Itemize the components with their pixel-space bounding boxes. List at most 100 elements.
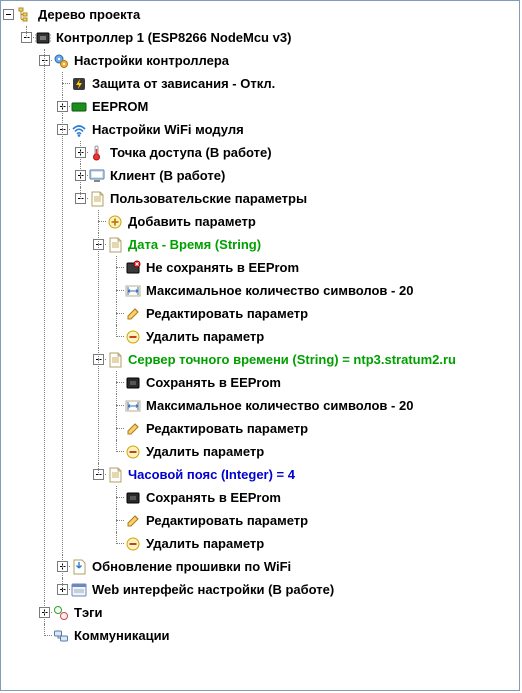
node-label: Защита от зависания - Откл. <box>91 76 276 91</box>
node-label: Сохранять в EEProm <box>145 490 282 505</box>
expand-icon[interactable] <box>57 101 68 112</box>
node-label: Клиент (В работе) <box>109 168 226 183</box>
collapse-icon[interactable] <box>3 9 14 20</box>
node-label: Настройки WiFi модуля <box>91 122 245 137</box>
node-user-params[interactable]: Пользовательские параметры <box>75 187 519 210</box>
node-firmware-update[interactable]: Обновление прошивки по WiFi <box>57 555 519 578</box>
node-label: Редактировать параметр <box>145 306 309 321</box>
node-param-datetime[interactable]: Дата - Время (String) <box>93 233 519 256</box>
tree-icon <box>17 7 33 23</box>
node-label: Дерево проекта <box>37 7 141 22</box>
node-controller-settings[interactable]: Настройки контроллера <box>39 49 519 72</box>
chip-icon <box>125 375 141 391</box>
node-label: Не сохранять в EEProm <box>145 260 300 275</box>
lightning-icon <box>71 76 87 92</box>
node-label: Пользовательские параметры <box>109 191 308 206</box>
delete-icon <box>125 444 141 460</box>
delete-icon <box>125 536 141 552</box>
node-save-eeprom[interactable]: Сохранять в EEProm <box>111 486 519 509</box>
edit-icon <box>125 513 141 529</box>
node-label: Дата - Время (String) <box>127 237 262 252</box>
node-edit-param[interactable]: Редактировать параметр <box>111 509 519 532</box>
expand-icon[interactable] <box>39 607 50 618</box>
node-eeprom[interactable]: EEPROM <box>57 95 519 118</box>
collapse-icon[interactable] <box>93 354 104 365</box>
expand-icon[interactable] <box>57 584 68 595</box>
node-label: Тэги <box>73 605 104 620</box>
node-label: Сервер точного времени (String) = ntp3.s… <box>127 352 457 367</box>
node-param-ntp[interactable]: Сервер точного времени (String) = ntp3.s… <box>93 348 519 371</box>
node-label: Удалить параметр <box>145 536 265 551</box>
node-label: Максимальное количество символов - 20 <box>145 283 414 298</box>
node-delete-param[interactable]: Удалить параметр <box>111 440 519 463</box>
collapse-icon[interactable] <box>39 55 50 66</box>
node-label: Коммуникации <box>73 628 171 643</box>
web-icon <box>71 582 87 598</box>
collapse-icon[interactable] <box>93 239 104 250</box>
node-label: Настройки контроллера <box>73 53 230 68</box>
page-icon <box>89 191 105 207</box>
node-controller[interactable]: Контроллер 1 (ESP8266 NodeMcu v3) <box>21 26 519 49</box>
node-max-length[interactable]: Максимальное количество символов - 20 <box>111 279 519 302</box>
page-icon <box>107 237 123 253</box>
node-wifi-settings[interactable]: Настройки WiFi модуля <box>57 118 519 141</box>
node-tags[interactable]: Тэги <box>39 601 519 624</box>
wifi-icon <box>71 122 87 138</box>
node-label: Web интерфейс настройки (В работе) <box>91 582 335 597</box>
node-label: Сохранять в EEProm <box>145 375 282 390</box>
chip-icon <box>35 30 51 46</box>
node-wifi-client[interactable]: Клиент (В работе) <box>75 164 519 187</box>
node-web-interface[interactable]: Web интерфейс настройки (В работе) <box>57 578 519 601</box>
node-add-param[interactable]: Добавить параметр <box>93 210 519 233</box>
node-watchdog[interactable]: Защита от зависания - Откл. <box>57 72 519 95</box>
node-label: Удалить параметр <box>145 329 265 344</box>
node-label: Точка доступа (В работе) <box>109 145 273 160</box>
gears-icon <box>53 53 69 69</box>
node-max-length[interactable]: Максимальное количество символов - 20 <box>111 394 519 417</box>
expand-icon[interactable] <box>57 561 68 572</box>
node-label: Удалить параметр <box>145 444 265 459</box>
edit-icon <box>125 306 141 322</box>
delete-icon <box>125 329 141 345</box>
expand-icon[interactable] <box>75 170 86 181</box>
monitor-icon <box>89 168 105 184</box>
node-label: Редактировать параметр <box>145 421 309 436</box>
width-icon <box>125 398 141 414</box>
collapse-icon[interactable] <box>75 193 86 204</box>
tags-icon <box>53 605 69 621</box>
project-tree[interactable]: Дерево проекта Контроллер 1 (ESP8266 Nod… <box>1 1 519 649</box>
node-access-point[interactable]: Точка доступа (В работе) <box>75 141 519 164</box>
project-tree-panel: Дерево проекта Контроллер 1 (ESP8266 Nod… <box>0 0 520 691</box>
eeprom-icon <box>71 99 87 115</box>
collapse-icon[interactable] <box>57 124 68 135</box>
node-delete-param[interactable]: Удалить параметр <box>111 532 519 555</box>
page-icon <box>107 467 123 483</box>
chip-disabled-icon <box>125 260 141 276</box>
node-communications[interactable]: Коммуникации <box>39 624 519 647</box>
node-label: Редактировать параметр <box>145 513 309 528</box>
node-edit-param[interactable]: Редактировать параметр <box>111 417 519 440</box>
width-icon <box>125 283 141 299</box>
chip-icon <box>125 490 141 506</box>
node-delete-param[interactable]: Удалить параметр <box>111 325 519 348</box>
download-icon <box>71 559 87 575</box>
node-save-eeprom[interactable]: Сохранять в EEProm <box>111 371 519 394</box>
collapse-icon[interactable] <box>93 469 104 480</box>
node-param-timezone[interactable]: Часовой пояс (Integer) = 4 <box>93 463 519 486</box>
add-icon <box>107 214 123 230</box>
collapse-icon[interactable] <box>21 32 32 43</box>
node-root[interactable]: Дерево проекта <box>3 3 519 26</box>
node-label: EEPROM <box>91 99 149 114</box>
edit-icon <box>125 421 141 437</box>
page-icon <box>107 352 123 368</box>
node-label: Контроллер 1 (ESP8266 NodeMcu v3) <box>55 30 292 45</box>
expand-icon[interactable] <box>75 147 86 158</box>
node-label: Часовой пояс (Integer) = 4 <box>127 467 296 482</box>
node-label: Обновление прошивки по WiFi <box>91 559 292 574</box>
network-icon <box>53 628 69 644</box>
node-no-save-eeprom[interactable]: Не сохранять в EEProm <box>111 256 519 279</box>
node-edit-param[interactable]: Редактировать параметр <box>111 302 519 325</box>
node-label: Добавить параметр <box>127 214 257 229</box>
node-label: Максимальное количество символов - 20 <box>145 398 414 413</box>
thermometer-icon <box>89 145 105 161</box>
